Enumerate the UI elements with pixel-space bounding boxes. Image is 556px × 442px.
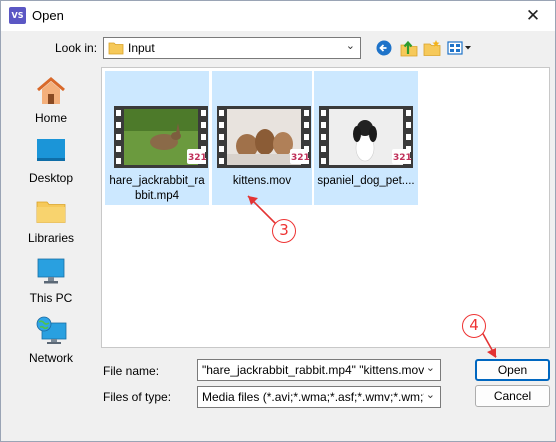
annotation-circle-3: 3 <box>272 219 296 243</box>
dialog-title: Open <box>32 8 64 23</box>
video-thumbnail-icon: 321 <box>217 106 311 168</box>
chevron-down-icon[interactable]: ⌄ <box>426 361 435 374</box>
place-label-libraries: Libraries <box>27 231 75 245</box>
svg-text:321: 321 <box>393 153 412 163</box>
annotation-circle-4: 4 <box>462 314 486 338</box>
place-desktop[interactable]: Desktop <box>7 131 95 189</box>
svg-text:321: 321 <box>291 153 310 163</box>
look-in-value: Input <box>128 41 155 55</box>
file-item-kittens[interactable]: 321 kittens.mov <box>212 71 312 205</box>
place-libraries[interactable]: Libraries <box>7 191 95 249</box>
file-name-input[interactable]: "hare_jackrabbit_rabbit.mp4" "kittens.mo… <box>197 359 441 381</box>
chevron-down-icon: ⌄ <box>345 39 355 52</box>
up-folder-icon[interactable] <box>399 38 419 58</box>
place-label-desktop: Desktop <box>28 171 74 185</box>
open-dialog: VS Open ✕ Look in: Input ⌄ Home Desktop … <box>0 0 556 442</box>
cancel-button[interactable]: Cancel <box>475 385 550 407</box>
place-label-home: Home <box>34 111 67 125</box>
chevron-down-icon: ⌄ <box>425 388 435 401</box>
file-name-label: spaniel_dog_pet.... <box>317 175 415 187</box>
file-name-value: "hare_jackrabbit_rabbit.mp4" "kittens.mo… <box>202 363 424 377</box>
home-icon <box>37 77 65 104</box>
look-in-dropdown[interactable]: Input ⌄ <box>103 37 361 59</box>
video-thumbnail-icon: 321 <box>114 106 208 168</box>
look-in-label: Look in: <box>55 41 98 55</box>
file-name-label: File name: <box>103 364 160 378</box>
place-home[interactable]: Home <box>7 71 95 129</box>
place-network[interactable]: Network <box>7 311 95 369</box>
place-label-network: Network <box>28 351 73 365</box>
network-icon <box>36 316 67 344</box>
file-name-label: hare_jackrabbit_ra bbit.mp4 <box>109 175 205 202</box>
this-pc-icon <box>37 258 65 284</box>
title-bar: VS Open ✕ <box>1 1 555 31</box>
places-bar: Home Desktop Libraries This PC Network <box>7 67 95 371</box>
app-icon: VS <box>9 7 26 24</box>
video-thumbnail-icon: 321 <box>319 106 413 168</box>
place-label-this-pc: This PC <box>29 291 73 305</box>
close-button[interactable]: ✕ <box>511 1 555 31</box>
file-item-hare[interactable]: 321 hare_jackrabbit_ra bbit.mp4 <box>105 71 209 205</box>
new-folder-icon[interactable] <box>422 38 442 58</box>
open-button[interactable]: Open <box>475 359 550 381</box>
place-this-pc[interactable]: This PC <box>7 251 95 309</box>
desktop-icon <box>37 139 65 161</box>
view-menu-icon[interactable] <box>446 38 472 58</box>
folder-icon <box>108 42 124 55</box>
file-list[interactable]: 321 hare_jackrabbit_ra bbit.mp4 321 kitt… <box>101 67 550 358</box>
files-of-type-value: Media files (*.avi;*.wma;*.asf;*.wmv;*.w… <box>202 390 424 404</box>
back-icon[interactable] <box>374 38 394 58</box>
files-of-type-label: Files of type: <box>103 390 172 404</box>
svg-text:321: 321 <box>188 153 207 163</box>
file-item-spaniel[interactable]: 321 spaniel_dog_pet.... <box>314 71 418 205</box>
file-name-label: kittens.mov <box>232 175 292 187</box>
files-of-type-dropdown[interactable]: Media files (*.avi;*.wma;*.asf;*.wmv;*.w… <box>197 386 441 408</box>
libraries-icon <box>36 201 66 223</box>
